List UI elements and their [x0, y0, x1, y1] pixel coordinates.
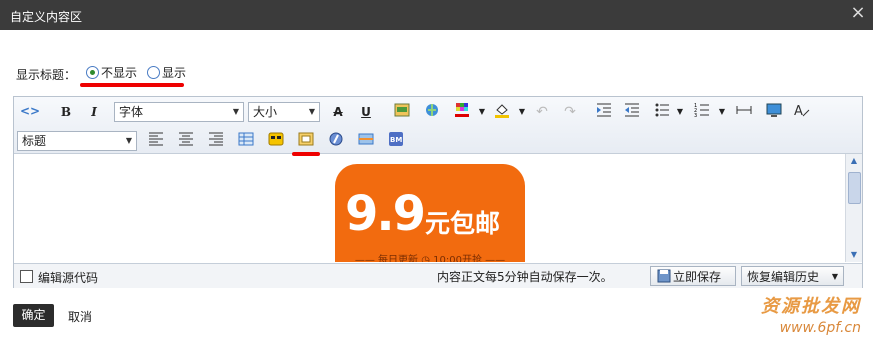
source-code-label: 编辑源代码 — [38, 271, 99, 285]
save-icon — [657, 269, 671, 283]
align-center-icon[interactable] — [176, 131, 196, 151]
save-now-button[interactable]: 立即保存 — [650, 266, 736, 286]
font-family-select[interactable]: 字体 ▼ — [114, 102, 244, 122]
chevron-down-icon: ▼ — [125, 136, 132, 145]
show-title-label: 显示标题： — [16, 68, 77, 82]
redo-icon[interactable]: ↷ — [560, 102, 580, 122]
dialog-title: 自定义内容区 — [10, 10, 83, 24]
editor-statusbar: 编辑源代码 内容正文每5分钟自动保存一次。 立即保存 恢复编辑历史 ▼ — [14, 263, 862, 288]
watermark: 资源批发网 www.6pf.cn — [761, 292, 861, 336]
chevron-down-icon[interactable]: ▼ — [472, 102, 492, 122]
insert-flash-icon[interactable] — [326, 131, 346, 151]
svg-text:A: A — [794, 104, 803, 118]
radio-selected-icon — [86, 66, 99, 79]
numbered-list-icon[interactable]: 123 — [692, 102, 712, 122]
rich-text-editor: <> B I 字体 ▼ 大小 ▼ A U ▼ ▼ ↶ ↷ ▼ 123 ▼ A 标题 ▼… — [13, 96, 863, 288]
chevron-down-icon[interactable]: ▼ — [670, 102, 690, 122]
promo-free-shipping: 元包邮 — [425, 209, 501, 238]
italic-button[interactable]: I — [84, 102, 104, 122]
source-code-checkbox[interactable] — [20, 270, 33, 283]
background-color-icon[interactable] — [492, 102, 512, 122]
bullet-list-icon[interactable] — [652, 102, 672, 122]
promo-price: 9.9 — [345, 186, 426, 242]
cancel-button[interactable]: 取消 — [68, 308, 92, 325]
bm-icon[interactable]: BM — [386, 131, 406, 151]
preview-icon[interactable] — [764, 102, 784, 122]
html-toggle-icon[interactable]: <> — [20, 101, 40, 121]
editor-content-area[interactable]: 9.9 元包邮 —— 每日更新 ◷ 10:00开抢 —— — [14, 154, 846, 262]
chevron-down-icon: ▼ — [308, 107, 315, 116]
promo-image: 9.9 元包邮 —— 每日更新 ◷ 10:00开抢 —— — [335, 164, 525, 262]
align-left-icon[interactable] — [146, 131, 166, 151]
indent-icon[interactable] — [594, 102, 614, 122]
bold-button[interactable]: B — [56, 102, 76, 122]
strikethrough-button[interactable]: A — [328, 102, 348, 122]
watermark-url: www.6pf.cn — [779, 320, 861, 336]
chevron-down-icon: ▼ — [831, 272, 838, 281]
autosave-notice: 内容正文每5分钟自动保存一次。 — [437, 270, 613, 284]
chevron-down-icon[interactable]: ▼ — [512, 102, 532, 122]
restore-history-button[interactable]: 恢复编辑历史 ▼ — [741, 266, 844, 286]
insert-media-icon[interactable] — [296, 131, 316, 151]
svg-text:3: 3 — [694, 113, 697, 118]
editor-scrollbar[interactable]: ▲ ▼ — [845, 154, 862, 262]
align-right-icon[interactable] — [206, 131, 226, 151]
dialog-titlebar: 自定义内容区 × — [0, 0, 873, 30]
emoticon-icon[interactable] — [266, 131, 286, 151]
scroll-up-icon[interactable]: ▲ — [848, 155, 860, 167]
editor-toolbar: <> B I 字体 ▼ 大小 ▼ A U ▼ ▼ ↶ ↷ ▼ 123 ▼ A 标题 ▼… — [14, 97, 862, 154]
font-color-icon[interactable] — [452, 102, 472, 122]
outdent-icon[interactable] — [622, 102, 642, 122]
svg-text:BM: BM — [390, 136, 402, 144]
undo-icon[interactable]: ↶ — [532, 102, 552, 122]
chevron-down-icon[interactable]: ▼ — [712, 102, 732, 122]
insert-table-icon[interactable] — [236, 131, 256, 151]
horizontal-rule-icon[interactable] — [734, 102, 754, 122]
annotation-underline-radios — [80, 83, 184, 87]
radio-hide-title[interactable]: 不显示 — [86, 64, 137, 81]
radio-unselected-icon — [147, 66, 160, 79]
insert-template-icon[interactable] — [356, 131, 376, 151]
promo-update-time: —— 每日更新 ◷ 10:00开抢 —— — [354, 255, 506, 262]
clear-format-icon[interactable]: A — [792, 102, 812, 122]
radio-show-title[interactable]: 显示 — [147, 64, 186, 81]
scroll-down-icon[interactable]: ▼ — [848, 249, 860, 261]
insert-image-icon[interactable] — [392, 102, 412, 122]
watermark-name: 资源批发网 — [761, 296, 861, 317]
close-icon[interactable]: × — [849, 4, 867, 22]
underline-button[interactable]: U — [356, 102, 376, 122]
annotation-underline-media — [292, 152, 320, 156]
scrollbar-thumb[interactable] — [848, 172, 861, 204]
confirm-button[interactable]: 确定 — [13, 304, 54, 327]
chevron-down-icon: ▼ — [232, 107, 239, 116]
heading-select[interactable]: 标题 ▼ — [17, 131, 137, 151]
insert-link-globe-icon[interactable] — [422, 102, 442, 122]
font-size-select[interactable]: 大小 ▼ — [248, 102, 320, 122]
